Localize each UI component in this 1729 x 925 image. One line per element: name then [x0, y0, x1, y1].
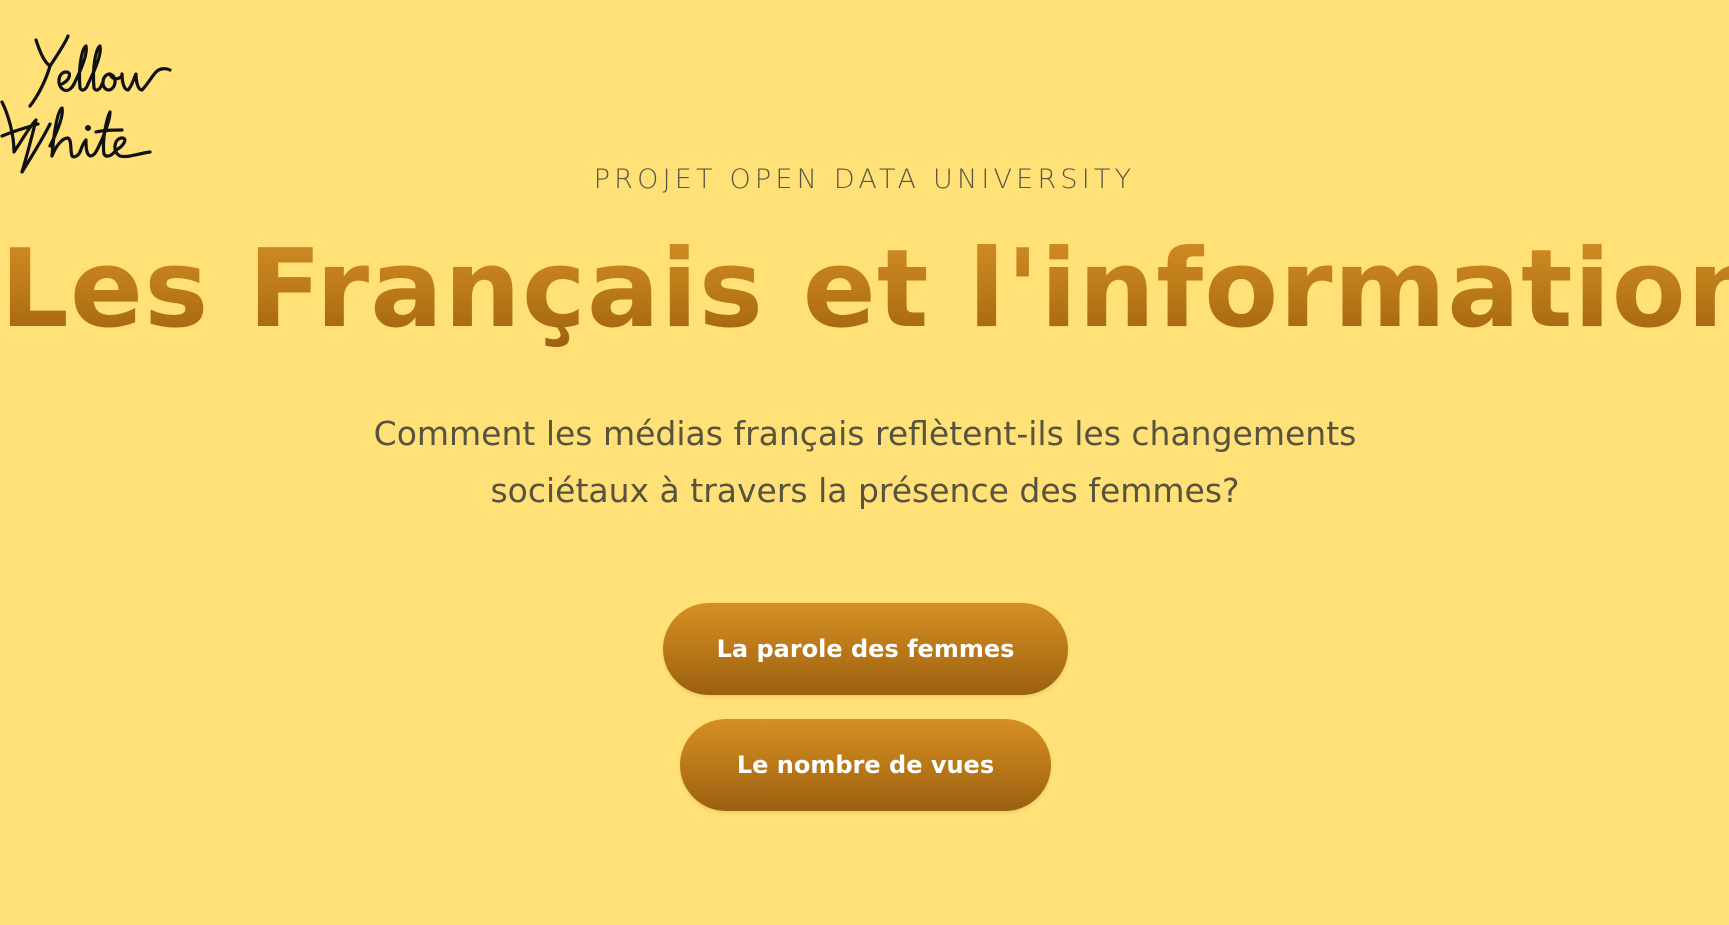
yellow-white-signature-logo	[0, 34, 172, 174]
page-subtitle: Comment les médias français reflètent-il…	[373, 414, 1357, 510]
la-parole-des-femmes-button[interactable]: La parole des femmes	[663, 603, 1068, 695]
logo	[0, 24, 190, 174]
page-title: Les Français et l'information	[0, 227, 1729, 352]
le-nombre-de-vues-button[interactable]: Le nombre de vues	[680, 719, 1051, 811]
project-eyebrow: PROJET OPEN DATA UNIVERSITY	[593, 164, 1136, 195]
